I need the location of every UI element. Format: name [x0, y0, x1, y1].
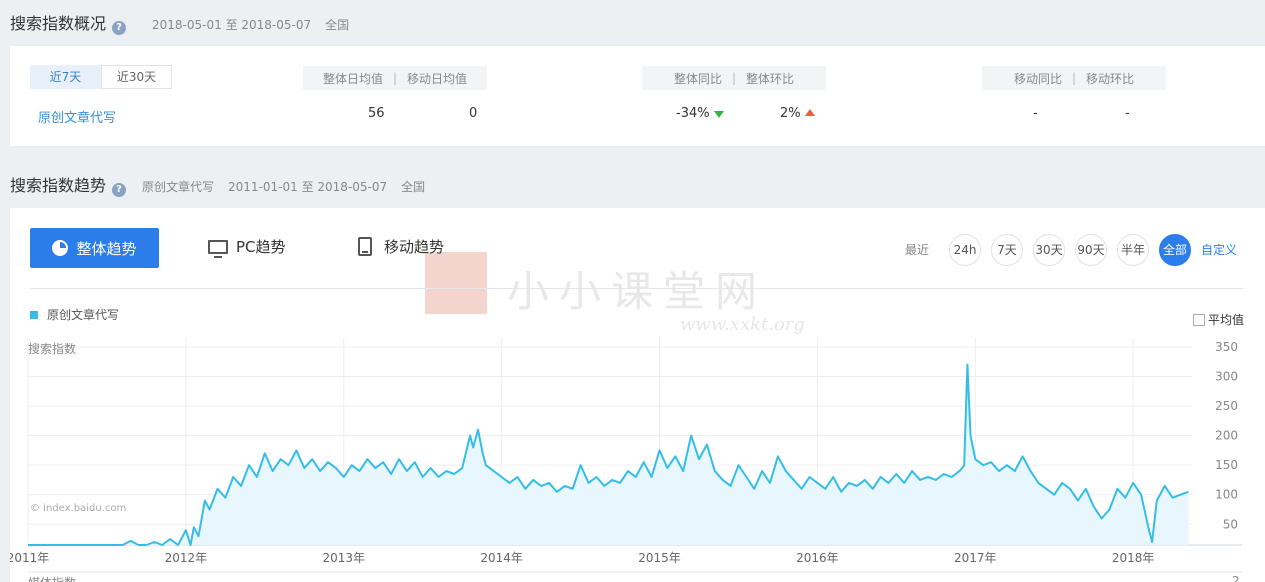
daily-avg-header: 整体日均值 | 移动日均值 — [303, 66, 487, 90]
y-tick-label: 150 — [1215, 458, 1238, 472]
x-tick-label: 2015年 — [638, 551, 681, 565]
y-tick-label: 100 — [1215, 488, 1238, 502]
overall-yoy-label: 整体同比 — [673, 71, 722, 86]
trend-date-range: 2011-01-01 至 2018-05-07 — [228, 180, 388, 194]
trend-header: 搜索指数趋势 ? 原创文章代写 2011-01-01 至 2018-05-07 … — [10, 172, 426, 197]
overall-yoy: -34% — [676, 106, 724, 121]
y-tick-label: 250 — [1215, 399, 1238, 413]
arrow-up-icon — [804, 109, 815, 116]
mobile-yoy-value: - — [1033, 106, 1038, 121]
overall-compare-header: 整体同比 | 整体环比 — [642, 66, 826, 90]
trend-card: 小小课堂网 www.xxkt.org 整体趋势 PC趋势 移动趋势 最近 24h… — [10, 208, 1265, 582]
y-axis-label: 搜索指数 — [28, 342, 77, 356]
overview-header: 搜索指数概况 ? 2018-05-01 至 2018-05-07 全国 — [10, 10, 350, 35]
period-tabs: 近7天 近30天 — [30, 65, 172, 89]
media-index-value: 2 — [1232, 574, 1240, 582]
trend-keyword: 原创文章代写 — [142, 180, 215, 194]
mobile-mom-label: 移动环比 — [1086, 71, 1135, 86]
mobile-mom-value: - — [1125, 106, 1130, 121]
overview-card: 近7天 近30天 原创文章代写 整体日均值 | 移动日均值 56 0 整体同比 … — [10, 46, 1265, 146]
overall-mom-value: 2% — [780, 106, 801, 121]
overall-daily-avg-label: 整体日均值 — [322, 71, 383, 86]
arrow-down-icon — [713, 111, 724, 118]
x-tick-label: 2013年 — [322, 551, 365, 565]
overall-mom-label: 整体环比 — [746, 71, 795, 86]
x-tick-label: 2014年 — [480, 551, 523, 565]
x-tick-label: 2016年 — [796, 551, 839, 565]
help-icon[interactable]: ? — [112, 183, 127, 197]
keyword-link[interactable]: 原创文章代写 — [38, 107, 116, 126]
overview-title: 搜索指数概况 — [10, 14, 107, 33]
help-icon[interactable]: ? — [112, 21, 127, 35]
trend-region: 全国 — [401, 180, 426, 194]
overall-yoy-value: -34% — [676, 106, 710, 121]
mobile-yoy-label: 移动同比 — [1013, 71, 1062, 86]
y-tick-label: 50 — [1223, 517, 1238, 531]
credit-text: © index.baidu.com — [30, 503, 127, 514]
x-tick-label: 2017年 — [954, 551, 997, 565]
y-tick-label: 300 — [1215, 369, 1238, 383]
mobile-compare-header: 移动同比 | 移动环比 — [982, 66, 1166, 90]
y-tick-label: 200 — [1215, 429, 1238, 443]
tab-30-days[interactable]: 近30天 — [101, 65, 172, 89]
overall-mom: 2% — [780, 106, 815, 121]
overview-date-range: 2018-05-01 至 2018-05-07 — [152, 18, 312, 32]
x-tick-label: 2012年 — [165, 551, 208, 565]
mobile-daily-avg-label: 移动日均值 — [407, 71, 468, 86]
overall-daily-avg-value: 56 — [368, 106, 385, 121]
overview-region: 全国 — [325, 18, 350, 32]
trend-chart[interactable]: 50 100 150 200 250 300 350 2011年 2012年 2013年 2014年… — [10, 208, 1265, 582]
x-tick-label: 2018年 — [1112, 551, 1155, 565]
trend-title: 搜索指数趋势 — [10, 176, 107, 195]
tab-7-days[interactable]: 近7天 — [30, 65, 101, 89]
x-tick-label: 2011年 — [10, 551, 49, 565]
media-index-label: 媒体指数 — [28, 574, 76, 582]
mobile-daily-avg-value: 0 — [469, 106, 478, 121]
y-tick-label: 350 — [1215, 340, 1238, 354]
